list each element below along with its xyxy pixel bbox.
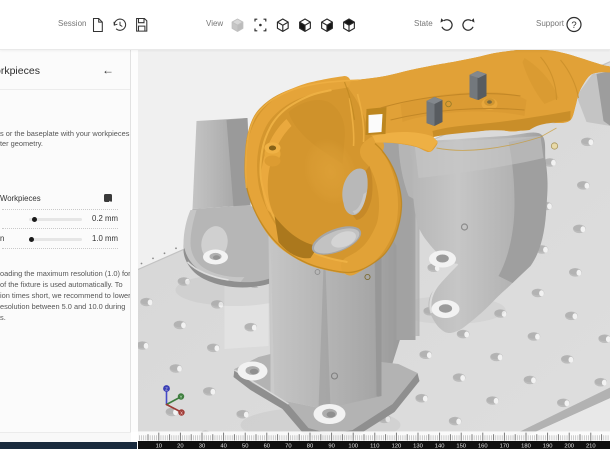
- svg-text:?: ?: [571, 20, 576, 31]
- svg-text:210: 210: [585, 443, 595, 449]
- svg-text:130: 130: [413, 443, 423, 449]
- svg-text:140: 140: [434, 443, 444, 449]
- svg-text:90: 90: [328, 443, 334, 449]
- svg-text:20: 20: [177, 443, 183, 449]
- svg-text:180: 180: [521, 443, 531, 449]
- svg-text:200: 200: [564, 443, 574, 449]
- svg-text:110: 110: [370, 443, 379, 449]
- svg-text:Y: Y: [179, 394, 182, 399]
- svg-text:160: 160: [477, 443, 487, 449]
- svg-text:10: 10: [155, 443, 161, 449]
- svg-text:170: 170: [499, 443, 509, 449]
- svg-text:70: 70: [285, 443, 291, 449]
- svg-text:80: 80: [306, 443, 312, 449]
- svg-text:120: 120: [391, 443, 401, 449]
- svg-text:100: 100: [348, 443, 358, 449]
- svg-text:150: 150: [456, 443, 466, 449]
- svg-text:60: 60: [263, 443, 269, 449]
- svg-text:190: 190: [542, 443, 552, 449]
- svg-text:X: X: [180, 410, 183, 415]
- svg-text:Z: Z: [165, 386, 168, 391]
- svg-text:40: 40: [220, 443, 226, 449]
- svg-text:30: 30: [198, 443, 204, 449]
- svg-text:50: 50: [241, 443, 247, 449]
